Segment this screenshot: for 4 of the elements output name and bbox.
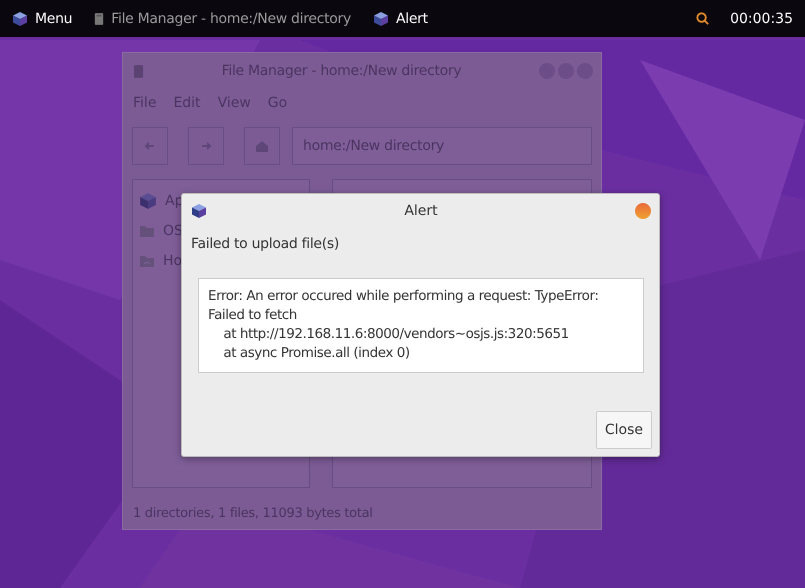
alert-message: Failed to upload file(s)	[190, 235, 340, 254]
clock: 00:00:35	[730, 10, 793, 26]
error-details: Error: An error occured while performing a request: TypeError: Failed to fetch at http://192.168.11.6:8000/vendors~osjs.js:320:5651 at async Promise.all (index 0)	[198, 278, 644, 373]
dialog-title: Alert	[403, 203, 439, 219]
